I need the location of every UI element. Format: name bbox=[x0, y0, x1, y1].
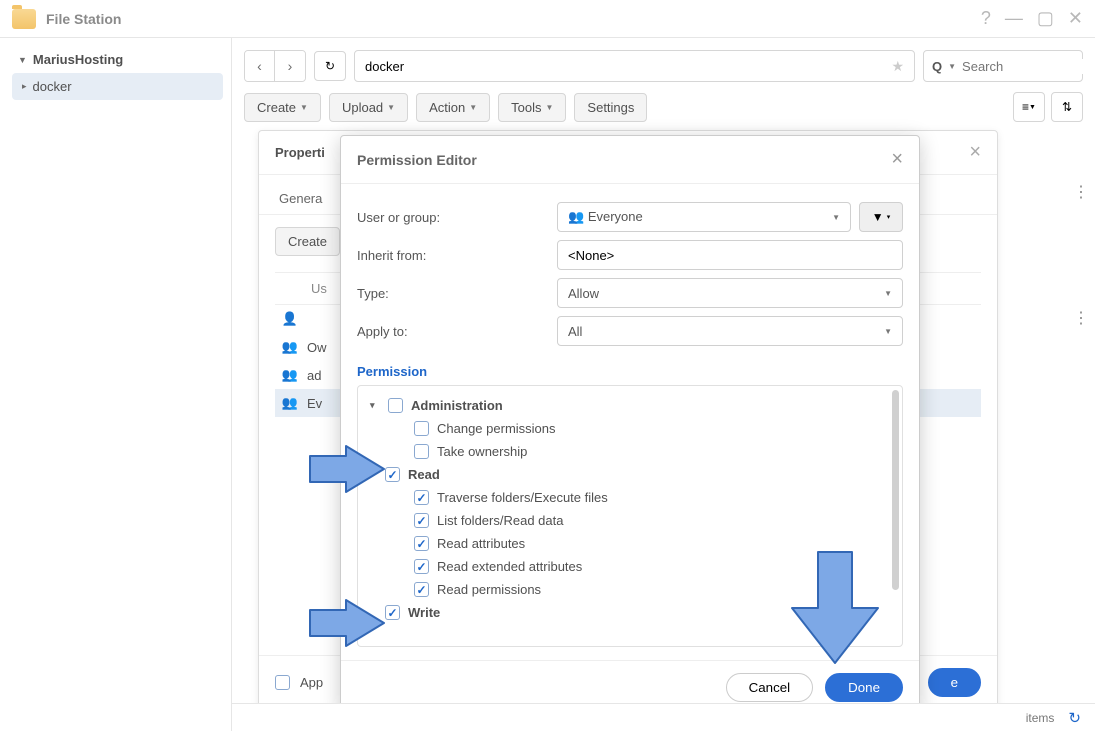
sidebar-root[interactable]: ▼ MariusHosting bbox=[8, 46, 223, 73]
nav-forward-button[interactable]: › bbox=[275, 51, 305, 81]
create-button[interactable]: Create▼ bbox=[244, 93, 321, 122]
scrollbar[interactable] bbox=[892, 390, 899, 590]
done-button[interactable]: Done bbox=[825, 673, 903, 702]
group-icon: 👥 bbox=[281, 395, 299, 411]
action-button[interactable]: Action▼ bbox=[416, 93, 490, 122]
properties-title: Properti bbox=[275, 145, 325, 160]
search-icon: Q bbox=[932, 59, 942, 74]
sidebar-item-label: docker bbox=[33, 79, 72, 94]
view-list-button[interactable]: ≡ ▼ bbox=[1013, 92, 1045, 122]
write-label: Write bbox=[408, 605, 440, 620]
tab-general[interactable]: Genera bbox=[275, 183, 326, 214]
refresh-button[interactable]: ↻ bbox=[314, 51, 346, 81]
window-title: File Station bbox=[46, 11, 121, 27]
favorite-icon[interactable]: ★ bbox=[891, 58, 904, 75]
create-button[interactable]: Create bbox=[275, 227, 340, 256]
change-permissions-checkbox[interactable] bbox=[414, 421, 429, 436]
list-folders-checkbox[interactable] bbox=[414, 513, 429, 528]
read-label: Read bbox=[408, 467, 440, 482]
permission-editor-title: Permission Editor bbox=[357, 152, 477, 168]
administration-label: Administration bbox=[411, 398, 503, 413]
help-icon[interactable]: ? bbox=[981, 8, 991, 29]
search-input[interactable] bbox=[962, 59, 1095, 74]
user-icon: 👤 bbox=[281, 311, 299, 327]
type-select[interactable]: Allow▼ bbox=[557, 278, 903, 308]
save-button[interactable]: e bbox=[928, 668, 981, 697]
caret-down-icon: ▼ bbox=[18, 55, 27, 65]
traverse-checkbox[interactable] bbox=[414, 490, 429, 505]
caret-right-icon: ▸ bbox=[22, 81, 27, 92]
annotation-arrow-icon bbox=[790, 548, 880, 668]
user-or-group-select[interactable]: Everyone▼ bbox=[557, 202, 851, 232]
apply-checkbox[interactable] bbox=[275, 675, 290, 690]
close-icon[interactable]: × bbox=[969, 141, 981, 164]
read-checkbox[interactable] bbox=[385, 467, 400, 482]
nav-back-button[interactable]: ‹ bbox=[245, 51, 275, 81]
write-checkbox[interactable] bbox=[385, 605, 400, 620]
minimize-icon[interactable]: — bbox=[1005, 8, 1023, 29]
group-icon: 👥 bbox=[281, 367, 299, 383]
take-ownership-checkbox[interactable] bbox=[414, 444, 429, 459]
search-box[interactable]: Q ▼ bbox=[923, 50, 1083, 82]
refresh-icon[interactable]: ↻ bbox=[1068, 709, 1081, 727]
path-box[interactable]: ★ bbox=[354, 50, 915, 82]
apply-to-label: Apply to: bbox=[357, 324, 557, 339]
annotation-arrow-icon bbox=[306, 598, 386, 648]
close-icon[interactable]: × bbox=[891, 148, 903, 171]
permission-section-title: Permission bbox=[357, 354, 903, 385]
type-label: Type: bbox=[357, 286, 557, 301]
more-icon[interactable]: ⋮ bbox=[1073, 182, 1089, 202]
collapse-icon[interactable]: ▾ bbox=[370, 400, 380, 411]
close-icon[interactable]: ✕ bbox=[1068, 8, 1083, 29]
group-icon: 👥 bbox=[281, 339, 299, 355]
apply-to-select[interactable]: All▼ bbox=[557, 316, 903, 346]
more-icon[interactable]: ⋮ bbox=[1073, 308, 1089, 328]
sidebar: ▼ MariusHosting ▸ docker bbox=[0, 38, 232, 731]
administration-checkbox[interactable] bbox=[388, 398, 403, 413]
inherit-from-label: Inherit from: bbox=[357, 248, 557, 263]
chevron-down-icon: ▼ bbox=[948, 62, 956, 71]
sort-button[interactable]: ⇅ bbox=[1051, 92, 1083, 122]
upload-button[interactable]: Upload▼ bbox=[329, 93, 408, 122]
settings-button[interactable]: Settings bbox=[574, 93, 647, 122]
annotation-arrow-icon bbox=[306, 444, 386, 494]
read-permissions-checkbox[interactable] bbox=[414, 582, 429, 597]
sidebar-item-docker[interactable]: ▸ docker bbox=[12, 73, 223, 100]
filter-button[interactable]: ▼▾ bbox=[859, 202, 903, 232]
folder-icon bbox=[12, 9, 36, 29]
filter-icon: ▼ bbox=[872, 210, 884, 224]
read-attributes-checkbox[interactable] bbox=[414, 536, 429, 551]
col-user: Us bbox=[311, 281, 327, 296]
tools-button[interactable]: Tools▼ bbox=[498, 93, 566, 122]
items-label: items bbox=[1026, 711, 1055, 725]
titlebar: File Station ? — ▢ ✕ bbox=[0, 0, 1095, 38]
statusbar: items ↻ bbox=[232, 703, 1095, 731]
read-ext-attributes-checkbox[interactable] bbox=[414, 559, 429, 574]
user-or-group-label: User or group: bbox=[357, 210, 557, 225]
path-input[interactable] bbox=[365, 59, 891, 74]
maximize-icon[interactable]: ▢ bbox=[1037, 8, 1054, 29]
sidebar-root-label: MariusHosting bbox=[33, 52, 123, 67]
cancel-button[interactable]: Cancel bbox=[726, 673, 814, 702]
nav-group: ‹ › bbox=[244, 50, 306, 82]
apply-label: App bbox=[300, 675, 323, 690]
inherit-from-input[interactable] bbox=[557, 240, 903, 270]
